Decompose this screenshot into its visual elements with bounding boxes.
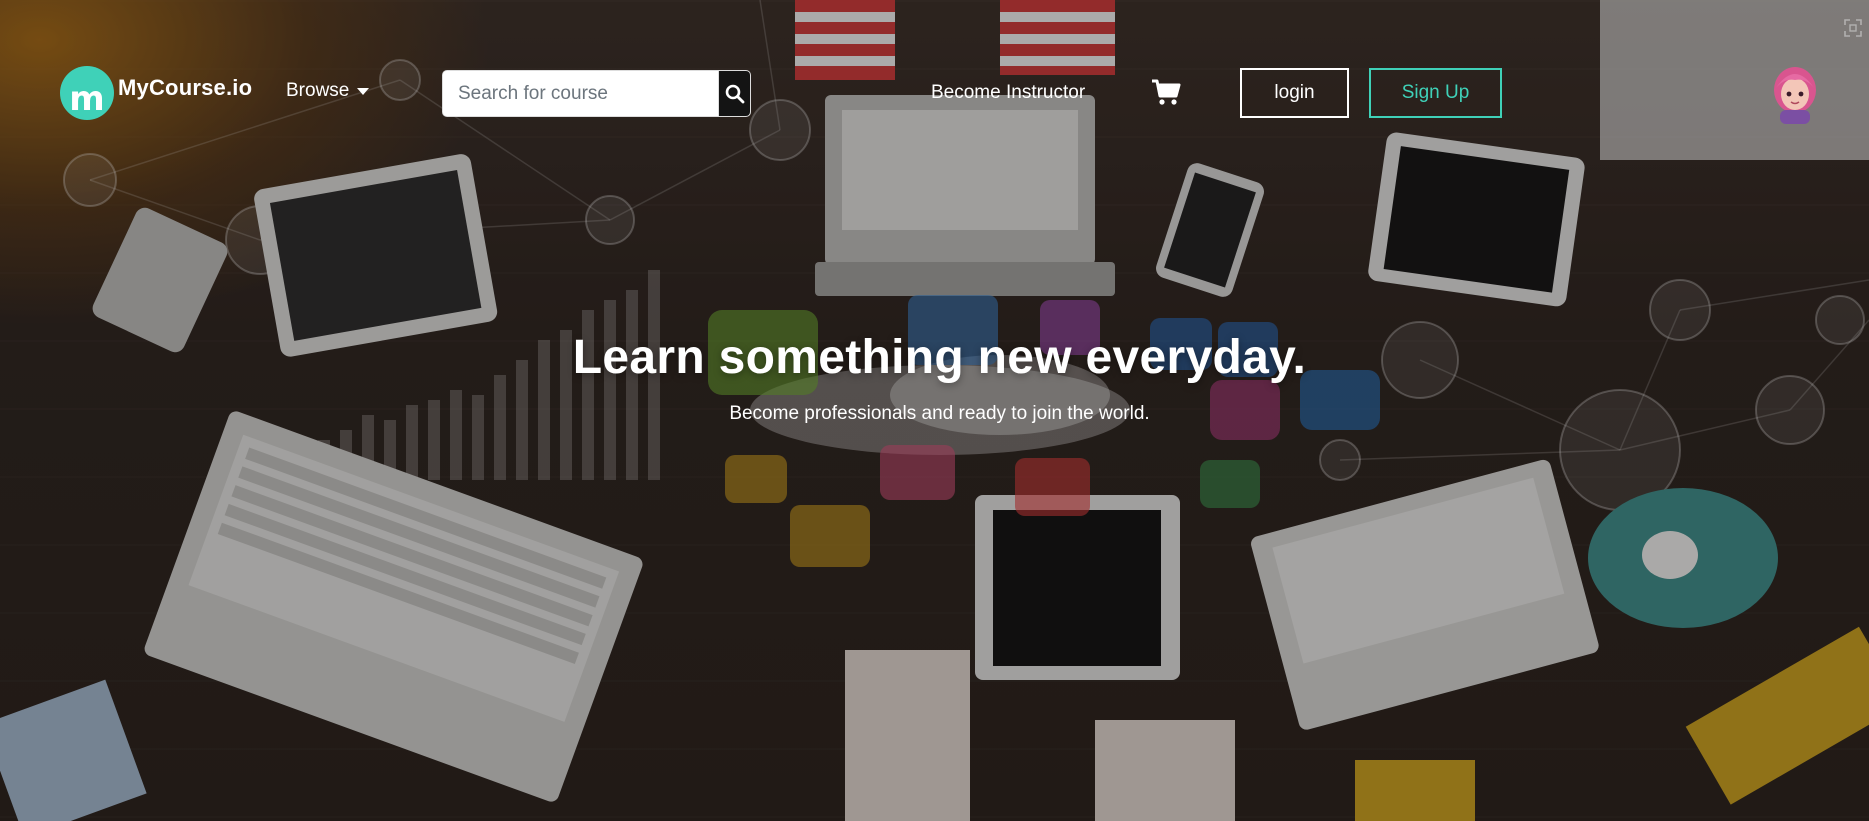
logo-text: MyCourse.io (118, 75, 253, 100)
search-input[interactable] (443, 71, 718, 116)
hero-subtitle: Become professionals and ready to join t… (729, 403, 1150, 424)
avatar-image (1774, 67, 1816, 124)
become-instructor-link[interactable]: Become Instructor (931, 82, 1085, 104)
cart-icon (1152, 79, 1181, 105)
search-form (442, 70, 751, 117)
caret-down-icon (357, 88, 370, 95)
fullscreen-icon[interactable] (1843, 18, 1863, 43)
user-avatar[interactable] (1770, 66, 1820, 124)
logo-mark: m (60, 66, 114, 120)
search-icon (725, 84, 744, 103)
browse-label: Browse (286, 80, 350, 101)
login-button[interactable]: login (1240, 68, 1349, 118)
cart-button[interactable] (1151, 78, 1181, 111)
browse-dropdown[interactable]: Browse (286, 80, 370, 102)
brand-logo[interactable]: m MyCourse.io (60, 66, 252, 120)
search-button[interactable] (718, 71, 750, 116)
signup-button[interactable]: Sign Up (1369, 68, 1502, 118)
hero-title: Learn something new everyday. (572, 331, 1307, 384)
